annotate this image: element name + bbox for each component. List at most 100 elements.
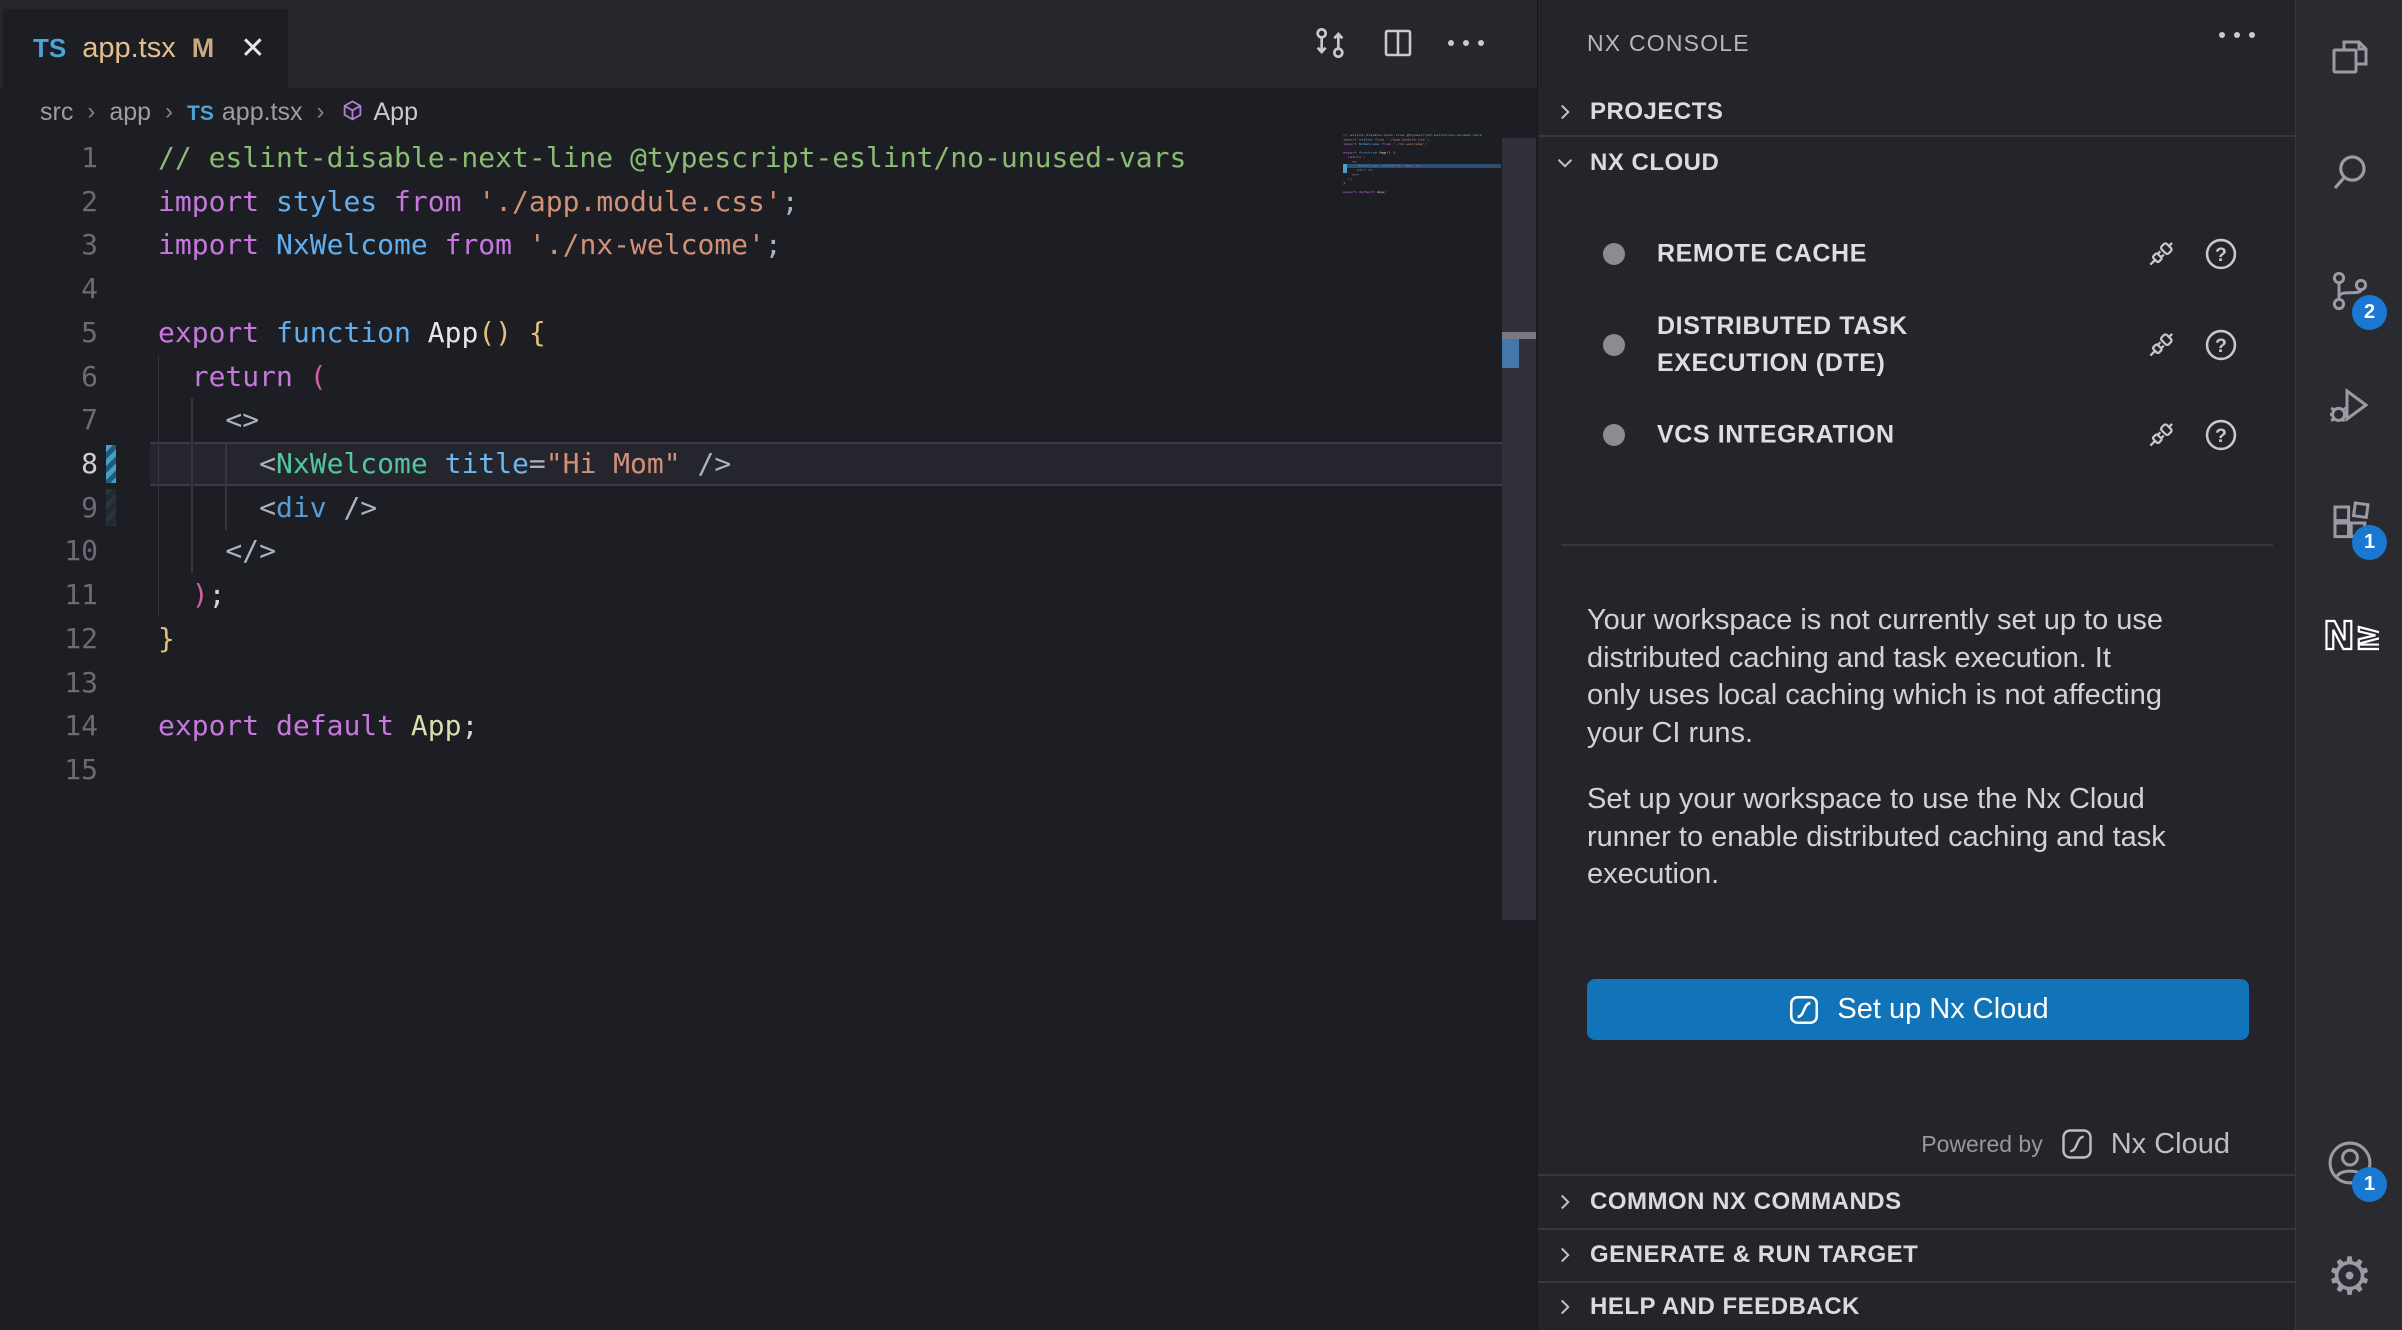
code-line-2[interactable]: 2 import styles from './app.module.css'; <box>0 180 1502 224</box>
setup-nx-cloud-button[interactable]: Set up Nx Cloud <box>1587 979 2249 1040</box>
nx-cloud-logo-icon <box>1787 993 1821 1027</box>
chevron-right-icon <box>1552 1189 1578 1215</box>
section-generate-run-target[interactable]: GENERATE & RUN TARGET <box>1538 1230 2295 1280</box>
line-number: 11 <box>0 573 98 617</box>
code-line-9[interactable]: 9 <div /> <box>0 486 1502 530</box>
activity-explorer[interactable] <box>2296 9 2402 105</box>
code-line-14[interactable]: 14 export default App; <box>0 704 1502 748</box>
connect-icon[interactable] <box>2143 327 2179 363</box>
minimap-modified-marker <box>1343 164 1347 173</box>
search-icon <box>2326 149 2374 197</box>
section-label: PROJECTS <box>1590 98 1723 126</box>
explorer-icon <box>2326 33 2374 81</box>
section-common-nx-commands[interactable]: COMMON NX COMMANDS <box>1538 1176 2295 1227</box>
code-line-7[interactable]: 7 <> <box>0 398 1502 442</box>
chevron-down-icon <box>1552 150 1578 176</box>
section-projects[interactable]: PROJECTS <box>1538 88 2295 135</box>
section-help-and-feedback[interactable]: HELP AND FEEDBACK <box>1538 1283 2295 1330</box>
tab-git-modified-badge: M <box>192 33 215 64</box>
nx-cloud-logo-icon <box>2059 1126 2095 1162</box>
breadcrumb: src › app › TSapp.tsx › App <box>0 88 1537 136</box>
code-line-12[interactable]: 12} <box>0 617 1502 661</box>
section-nx-cloud[interactable]: NX CLOUD <box>1538 137 2295 189</box>
tab-app-tsx[interactable]: TS app.tsx M ✕ <box>3 9 288 88</box>
powered-by-label: Powered by <box>1921 1131 2042 1158</box>
help-icon[interactable]: ? <box>2203 417 2239 453</box>
code-line-5[interactable]: 5 export function App() { <box>0 311 1502 355</box>
breadcrumb-file[interactable]: TSapp.tsx <box>187 98 302 127</box>
code-editor[interactable]: 1// eslint-disable-next-line @typescript… <box>0 136 1502 792</box>
code-text: <> <box>158 398 259 442</box>
status-dot <box>1603 334 1625 356</box>
gear-icon: ⚙ <box>2326 1251 2373 1303</box>
line-number: 2 <box>0 180 98 224</box>
breadcrumb-separator: › <box>85 98 97 126</box>
help-icon[interactable]: ? <box>2203 236 2239 272</box>
nx-cloud-brand: Nx Cloud <box>2111 1128 2230 1161</box>
code-line-1[interactable]: 1// eslint-disable-next-line @typescript… <box>0 136 1502 180</box>
activity-run-debug[interactable] <box>2296 358 2402 454</box>
powered-by: Powered by Nx Cloud <box>1921 1120 2230 1168</box>
line-number: 12 <box>0 617 98 661</box>
activity-bar: 2 1 N≥ 1 <box>2295 0 2402 1330</box>
code-text: } <box>158 617 175 661</box>
line-number: 14 <box>0 704 98 748</box>
chevron-right-icon <box>1552 1242 1578 1268</box>
vscode-window: TS app.tsx M ✕ <box>0 0 2402 1330</box>
connect-icon[interactable] <box>2143 417 2179 453</box>
item-remote-cache: REMOTE CACHE ? <box>1538 222 2295 286</box>
code-line-3[interactable]: 3import NxWelcome from './nx-welcome'; <box>0 223 1502 267</box>
activity-extensions[interactable]: 1 <box>2296 473 2402 569</box>
code-line-4[interactable]: 4 <box>0 267 1502 311</box>
code-line-10[interactable]: 10 </> <box>0 529 1502 573</box>
item-label: VCS INTEGRATION <box>1657 417 1895 454</box>
svg-text:?: ? <box>2215 244 2227 266</box>
editor-toolbar <box>1309 18 1487 68</box>
activity-account[interactable]: 1 <box>2296 1115 2402 1211</box>
help-icon[interactable]: ? <box>2203 327 2239 363</box>
panel-more-actions-icon[interactable] <box>2219 32 2255 38</box>
compare-changes-icon[interactable] <box>1309 22 1351 64</box>
tab-close-button[interactable]: ✕ <box>240 34 265 64</box>
minimap-current-line <box>1343 164 1501 169</box>
chevron-right-icon <box>1552 99 1578 125</box>
tab-bar: TS app.tsx M ✕ <box>0 0 1537 88</box>
code-text: <div /> <box>158 486 377 530</box>
section-label: HELP AND FEEDBACK <box>1590 1293 1860 1321</box>
run-debug-icon <box>2326 382 2374 430</box>
code-text: ); <box>158 573 225 617</box>
typescript-file-icon: TS <box>187 102 214 125</box>
code-text: export default App; <box>158 704 478 748</box>
connect-icon[interactable] <box>2143 236 2179 272</box>
breadcrumb-app[interactable]: app <box>109 98 151 127</box>
code-text: </> <box>158 529 276 573</box>
code-text: <NxWelcome title="Hi Mom" /> <box>158 442 731 486</box>
status-dot <box>1603 243 1625 265</box>
activity-settings[interactable]: ⚙ <box>2296 1229 2402 1325</box>
account-badge: 1 <box>2352 1167 2387 1202</box>
item-label: REMOTE CACHE <box>1657 236 1867 273</box>
code-text: export function App() { <box>158 311 546 355</box>
activity-nx-console[interactable]: N≥ <box>2296 586 2402 682</box>
activity-search[interactable] <box>2296 125 2402 221</box>
more-actions-icon[interactable] <box>1445 22 1487 64</box>
line-number: 5 <box>0 311 98 355</box>
nx-console-panel: NX CONSOLE PROJECTS NX CLOUD REMOTE CACH… <box>1537 0 2295 1330</box>
code-line-13[interactable]: 13 <box>0 661 1502 705</box>
item-distributed-task-execution: DISTRIBUTED TASK EXECUTION (DTE) ? <box>1538 300 2295 390</box>
git-modified-gutter-marker <box>106 445 116 483</box>
code-line-11[interactable]: 11 ); <box>0 573 1502 617</box>
editor-scrollbar[interactable] <box>1502 138 1536 920</box>
code-line-15[interactable]: 15 <box>0 748 1502 792</box>
line-number: 8 <box>0 442 98 486</box>
split-editor-icon[interactable] <box>1377 22 1419 64</box>
activity-source-control[interactable]: 2 <box>2296 243 2402 339</box>
git-modified-gutter-marker <box>106 489 116 527</box>
code-line-6[interactable]: 6 return ( <box>0 355 1502 399</box>
breadcrumb-src[interactable]: src <box>40 98 73 127</box>
code-text: import styles from './app.module.css'; <box>158 180 799 224</box>
code-line-8[interactable]: 8 <NxWelcome title="Hi Mom" /> <box>0 442 1502 486</box>
setup-hint-text: Set up your workspace to use the Nx Clou… <box>1587 781 2166 894</box>
panel-title-row: NX CONSOLE <box>1538 0 2295 70</box>
breadcrumb-symbol-app[interactable]: App <box>339 98 418 127</box>
